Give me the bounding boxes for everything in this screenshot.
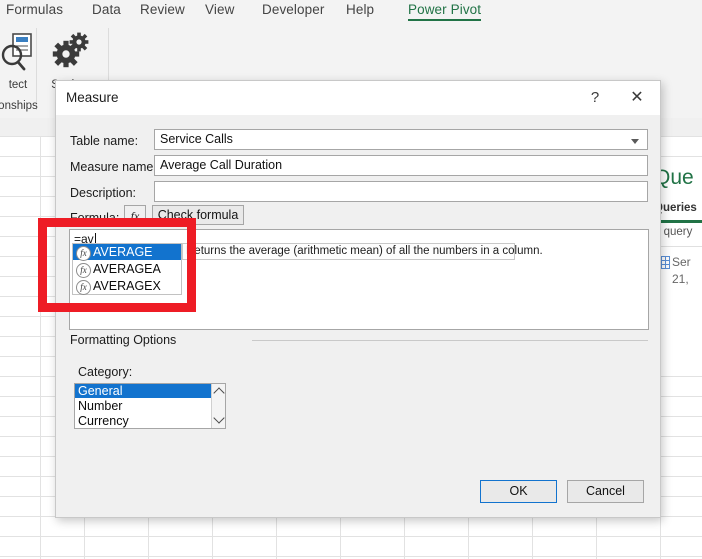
category-option-label: Currency xyxy=(78,414,129,428)
category-option-label: Number xyxy=(78,399,123,413)
tab-label: Formulas xyxy=(6,2,64,17)
ribbon-tab-data[interactable]: Data xyxy=(92,2,121,17)
category-option-label: General xyxy=(78,384,123,398)
cancel-button[interactable]: Cancel xyxy=(567,480,644,503)
formula-label: Formula: xyxy=(70,211,120,225)
column-header-o[interactable] xyxy=(660,118,702,137)
formatting-options-divider xyxy=(252,340,648,341)
ribbon-tab-developer[interactable]: Developer xyxy=(262,2,324,17)
ribbon-button-relationships-label: onships xyxy=(0,100,38,112)
function-fx-icon: fx xyxy=(76,262,91,278)
ribbon-group-separator xyxy=(36,28,37,110)
description-input[interactable] xyxy=(154,181,648,202)
chevron-down-icon xyxy=(631,139,639,144)
function-fx-icon: fx xyxy=(76,245,91,261)
dialog-title-bar: Measure ? ✕ xyxy=(56,81,660,115)
detect-magnifier-icon xyxy=(1,33,32,71)
tab-label: View xyxy=(205,2,235,17)
ribbon-tab-power-pivot[interactable]: Power Pivot xyxy=(408,2,482,21)
formula-autocomplete-list[interactable]: fx AVERAGE fx AVERAGEA fx AVERAGEX xyxy=(72,243,182,295)
measure-name-label: Measure name: xyxy=(70,160,157,174)
category-option-currency[interactable]: Currency xyxy=(75,414,211,428)
ribbon-button-detect-label: tect xyxy=(8,79,28,91)
column-header-blank[interactable] xyxy=(0,118,41,137)
help-icon[interactable]: ? xyxy=(578,81,612,115)
autocomplete-item-label: AVERAGEX xyxy=(93,278,161,293)
cancel-button-label: Cancel xyxy=(586,484,625,498)
tab-label: Help xyxy=(346,2,375,17)
insert-function-button[interactable]: fx xyxy=(124,205,146,225)
autocomplete-item-label: AVERAGE xyxy=(93,244,153,259)
formatting-options-label: Formatting Options xyxy=(70,333,177,347)
screenshot-root: Formulas Data Review View Developer Help… xyxy=(0,0,702,559)
ribbon-tab-view[interactable]: View xyxy=(205,2,234,17)
fx-icon: fx xyxy=(130,209,140,223)
table-name-value: Service Calls xyxy=(160,132,233,146)
tab-label: Developer xyxy=(262,2,325,17)
autocomplete-item-averagea[interactable]: fx AVERAGEA xyxy=(73,261,181,278)
ribbon-tab-formulas[interactable]: Formulas xyxy=(6,2,63,17)
autocomplete-item-averagex[interactable]: fx AVERAGEX xyxy=(73,278,181,295)
chevron-up-icon[interactable] xyxy=(213,387,225,399)
category-label: Category: xyxy=(78,365,133,379)
category-option-general[interactable]: General xyxy=(75,384,211,398)
gears-icon xyxy=(52,32,89,68)
autocomplete-tooltip: Returns the average (arithmetic mean) of… xyxy=(182,243,543,260)
measure-dialog: Measure ? ✕ Table name: Service Calls Me… xyxy=(55,80,661,518)
ok-button-label: OK xyxy=(509,484,528,498)
table-name-select[interactable]: Service Calls xyxy=(154,129,648,150)
ribbon-tab-help[interactable]: Help xyxy=(346,2,374,17)
query-item-rowcount: 21, xyxy=(672,272,689,286)
chevron-down-icon[interactable] xyxy=(213,412,225,424)
query-item-name[interactable]: Ser xyxy=(672,255,691,269)
autocomplete-item-average[interactable]: fx AVERAGE xyxy=(73,244,181,261)
description-label: Description: xyxy=(70,186,136,200)
tab-label: Review xyxy=(140,2,185,17)
dialog-title: Measure xyxy=(66,90,119,105)
ok-button[interactable]: OK xyxy=(480,480,557,503)
close-icon[interactable]: ✕ xyxy=(620,81,654,115)
table-name-label: Table name: xyxy=(70,134,139,148)
measure-name-input[interactable]: Average Call Duration xyxy=(154,155,648,176)
function-fx-icon: fx xyxy=(76,279,91,295)
category-option-number[interactable]: Number xyxy=(75,399,211,413)
tab-label: Data xyxy=(92,2,121,17)
ribbon-tab-strip: Formulas Data Review View Developer Help… xyxy=(0,0,702,24)
check-formula-button[interactable]: Check formula xyxy=(152,205,244,225)
ribbon-button-relationships[interactable]: onships xyxy=(0,100,42,112)
tab-label: Power Pivot xyxy=(408,2,482,17)
measure-name-value: Average Call Duration xyxy=(160,158,283,172)
autocomplete-item-label: AVERAGEA xyxy=(93,261,161,276)
category-listbox[interactable]: General Number Currency xyxy=(74,383,226,429)
category-listbox-scrollbar[interactable] xyxy=(211,384,225,428)
active-tab-underline xyxy=(408,18,482,21)
ribbon-button-detect[interactable]: tect xyxy=(0,30,40,91)
ribbon-tab-review[interactable]: Review xyxy=(140,2,185,17)
check-formula-label: Check formula xyxy=(157,208,239,222)
